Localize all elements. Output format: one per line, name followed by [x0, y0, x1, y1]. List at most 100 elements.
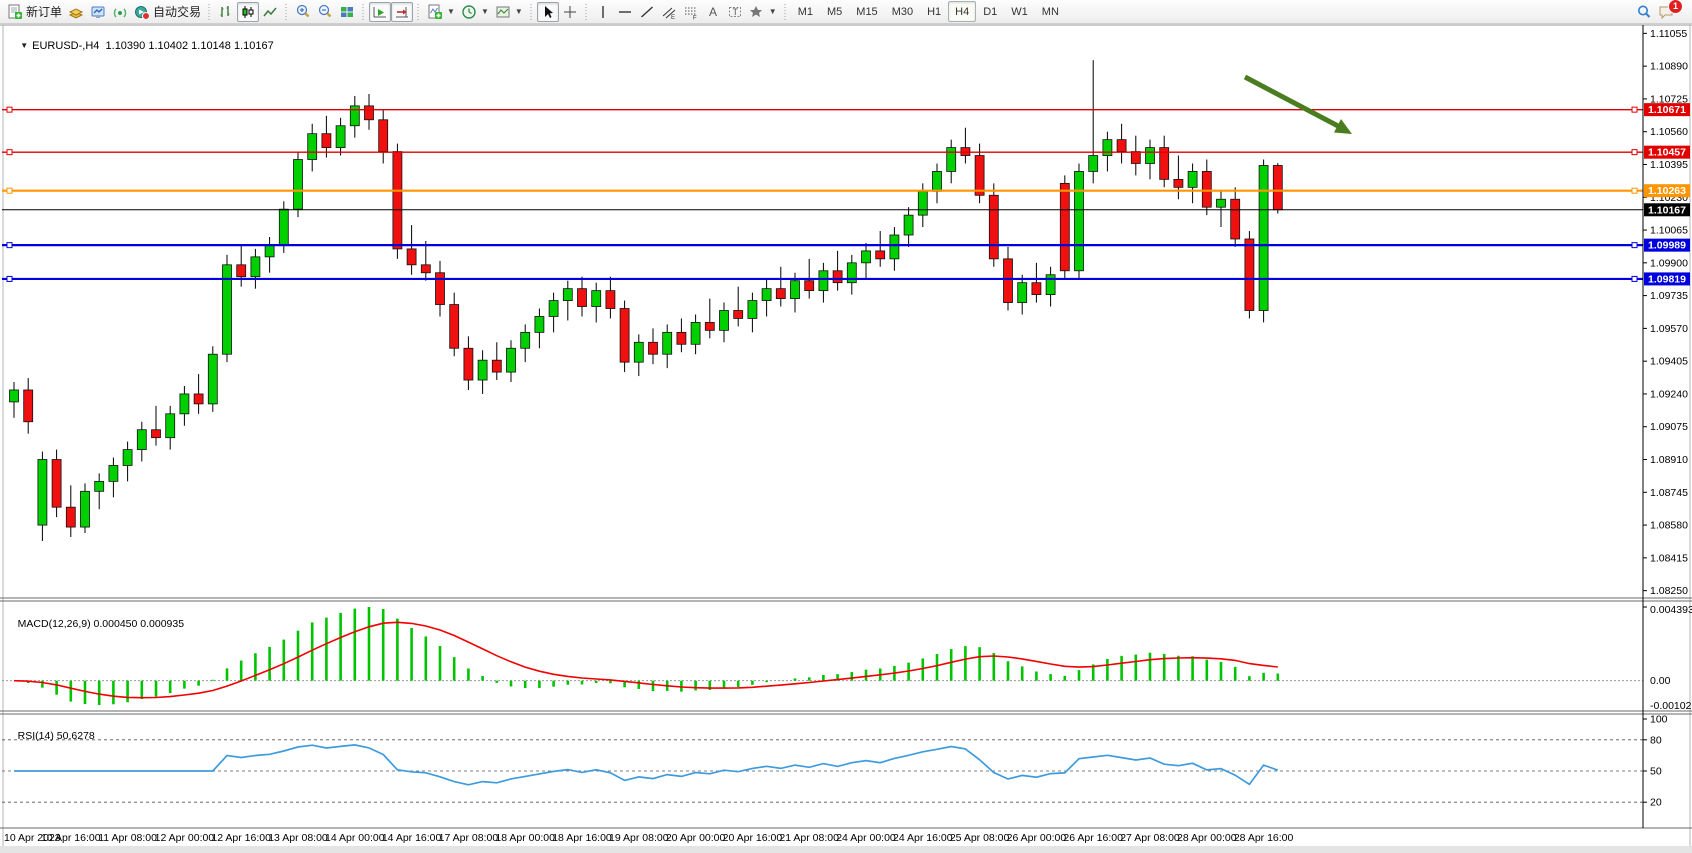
timeframe-button-M5[interactable]: M5 — [820, 1, 849, 22]
line-chart-mode-button[interactable] — [259, 2, 281, 22]
channel-tool-button[interactable]: E — [658, 2, 680, 22]
candlestick-mode-button[interactable] — [237, 2, 259, 22]
date-axis-label: 19 Apr 08:00 — [609, 832, 669, 844]
signals-button[interactable] — [109, 2, 131, 22]
periods-button[interactable]: ▼ — [458, 2, 492, 22]
chevron-down-icon: ▼ — [515, 7, 523, 16]
vertical-line-tool-button[interactable] — [592, 2, 614, 22]
price-tag-label: 1.10457 — [1648, 147, 1686, 159]
timeframe-button-H4[interactable]: H4 — [948, 1, 976, 22]
bull-candle — [265, 245, 274, 257]
new-order-icon — [7, 4, 23, 20]
price-tick-label: 1.09900 — [1650, 257, 1688, 269]
text-label-tool-button[interactable]: T — [724, 2, 746, 22]
bear-candle — [1032, 283, 1041, 295]
bull-candle — [109, 465, 118, 481]
price-tick-label: 1.11055 — [1650, 28, 1687, 40]
new-order-button[interactable]: 新订单 — [4, 2, 65, 22]
bull-candle — [1018, 283, 1027, 303]
chart-canvas[interactable]: 1.110551.108901.107251.105601.103951.102… — [0, 0, 1692, 853]
bear-candle — [393, 152, 402, 249]
templates-button[interactable]: ▼ — [492, 2, 526, 22]
signal-waves-icon — [112, 4, 128, 20]
bull-candle — [81, 491, 90, 527]
timeframe-button-M1[interactable]: M1 — [791, 1, 820, 22]
chevron-down-icon: ▼ — [481, 7, 489, 16]
terminal-button[interactable] — [87, 2, 109, 22]
bear-candle — [464, 348, 473, 380]
bear-candle — [1117, 140, 1126, 152]
macd-axis-label: 0.00 — [1650, 675, 1671, 687]
bull-candle — [663, 332, 672, 354]
rsi-axis-label: 20 — [1650, 797, 1662, 809]
arrows-tool-button[interactable]: ▼ — [746, 2, 780, 22]
bear-candle — [1004, 259, 1013, 303]
bear-candle — [620, 309, 629, 363]
date-axis-label: 20 Apr 00:00 — [666, 832, 726, 844]
price-tick-label: 1.08580 — [1650, 520, 1688, 532]
tile-windows-icon — [339, 4, 355, 20]
bear-candle — [421, 265, 430, 273]
rsi-axis-label: 100 — [1650, 714, 1668, 726]
cursor-tool-button[interactable] — [537, 2, 559, 22]
market-watch-button[interactable] — [65, 2, 87, 22]
timeframe-button-M15[interactable]: M15 — [849, 1, 884, 22]
chart-shift-button[interactable] — [391, 2, 413, 22]
auto-trading-button[interactable]: 自动交易 — [131, 2, 204, 22]
horizontal-line-tool-button[interactable] — [614, 2, 636, 22]
zoom-out-button[interactable] — [314, 2, 336, 22]
timeframe-button-MN[interactable]: MN — [1035, 1, 1066, 22]
bull-candle — [279, 209, 288, 245]
bear-candle — [1202, 171, 1211, 207]
bar-chart-mode-button[interactable] — [215, 2, 237, 22]
fibonacci-tool-button[interactable]: F — [680, 2, 702, 22]
bull-candle — [137, 430, 146, 450]
bull-candle — [123, 450, 132, 466]
blue-monitor-icon — [90, 4, 106, 20]
timeframe-bar: M1M5M15M30H1H4D1W1MN — [791, 1, 1066, 22]
timeframe-button-W1[interactable]: W1 — [1004, 1, 1035, 22]
bear-candle — [407, 249, 416, 265]
bull-candle — [592, 291, 601, 307]
toolbar-grip — [361, 4, 366, 20]
bull-candle — [308, 134, 317, 160]
price-tag-label: 1.10263 — [1648, 185, 1686, 197]
rsi-name: RSI(14) — [18, 730, 54, 742]
bull-candle — [294, 160, 303, 210]
date-axis-label: 18 Apr 00:00 — [495, 832, 555, 844]
auto-scroll-button[interactable] — [369, 2, 391, 22]
date-axis-label: 13 Apr 08:00 — [268, 832, 328, 844]
bull-candle — [95, 481, 104, 491]
bull-candle — [1103, 140, 1112, 156]
bull-candle — [350, 106, 359, 126]
price-tick-label: 1.08250 — [1650, 585, 1688, 597]
price-tick-label: 1.08745 — [1650, 487, 1688, 499]
bull-candle — [720, 311, 729, 331]
notifications-button[interactable]: 1 — [1655, 2, 1678, 22]
timeframe-button-H1[interactable]: H1 — [920, 1, 948, 22]
timeframe-button-M30[interactable]: M30 — [885, 1, 920, 22]
search-button[interactable] — [1633, 2, 1655, 22]
collapse-triangle-icon[interactable]: ▼ — [20, 41, 28, 50]
bull-candle — [691, 322, 700, 344]
indicators-button[interactable]: ▼ — [424, 2, 458, 22]
timeframe-button-D1[interactable]: D1 — [976, 1, 1004, 22]
bear-candle — [436, 273, 445, 305]
text-tool-button[interactable]: A — [702, 2, 724, 22]
bear-candle — [379, 120, 388, 152]
trendline-tool-button[interactable] — [636, 2, 658, 22]
bull-candle — [862, 251, 871, 263]
bull-candle — [1259, 165, 1268, 310]
date-axis-label: 12 Apr 00:00 — [155, 832, 215, 844]
bear-candle — [734, 311, 743, 319]
crosshair-tool-button[interactable] — [559, 2, 581, 22]
price-tick-label: 1.10395 — [1650, 159, 1688, 171]
price-tick-label: 1.09405 — [1650, 356, 1688, 368]
tile-windows-button[interactable] — [336, 2, 358, 22]
template-icon — [495, 4, 511, 20]
date-axis-label: 27 Apr 08:00 — [1120, 832, 1180, 844]
zoom-in-button[interactable] — [292, 2, 314, 22]
toolbar-grip — [416, 4, 421, 20]
cursor-arrow-icon — [540, 4, 556, 20]
macd-axis-label: 0.004393 — [1650, 604, 1692, 616]
